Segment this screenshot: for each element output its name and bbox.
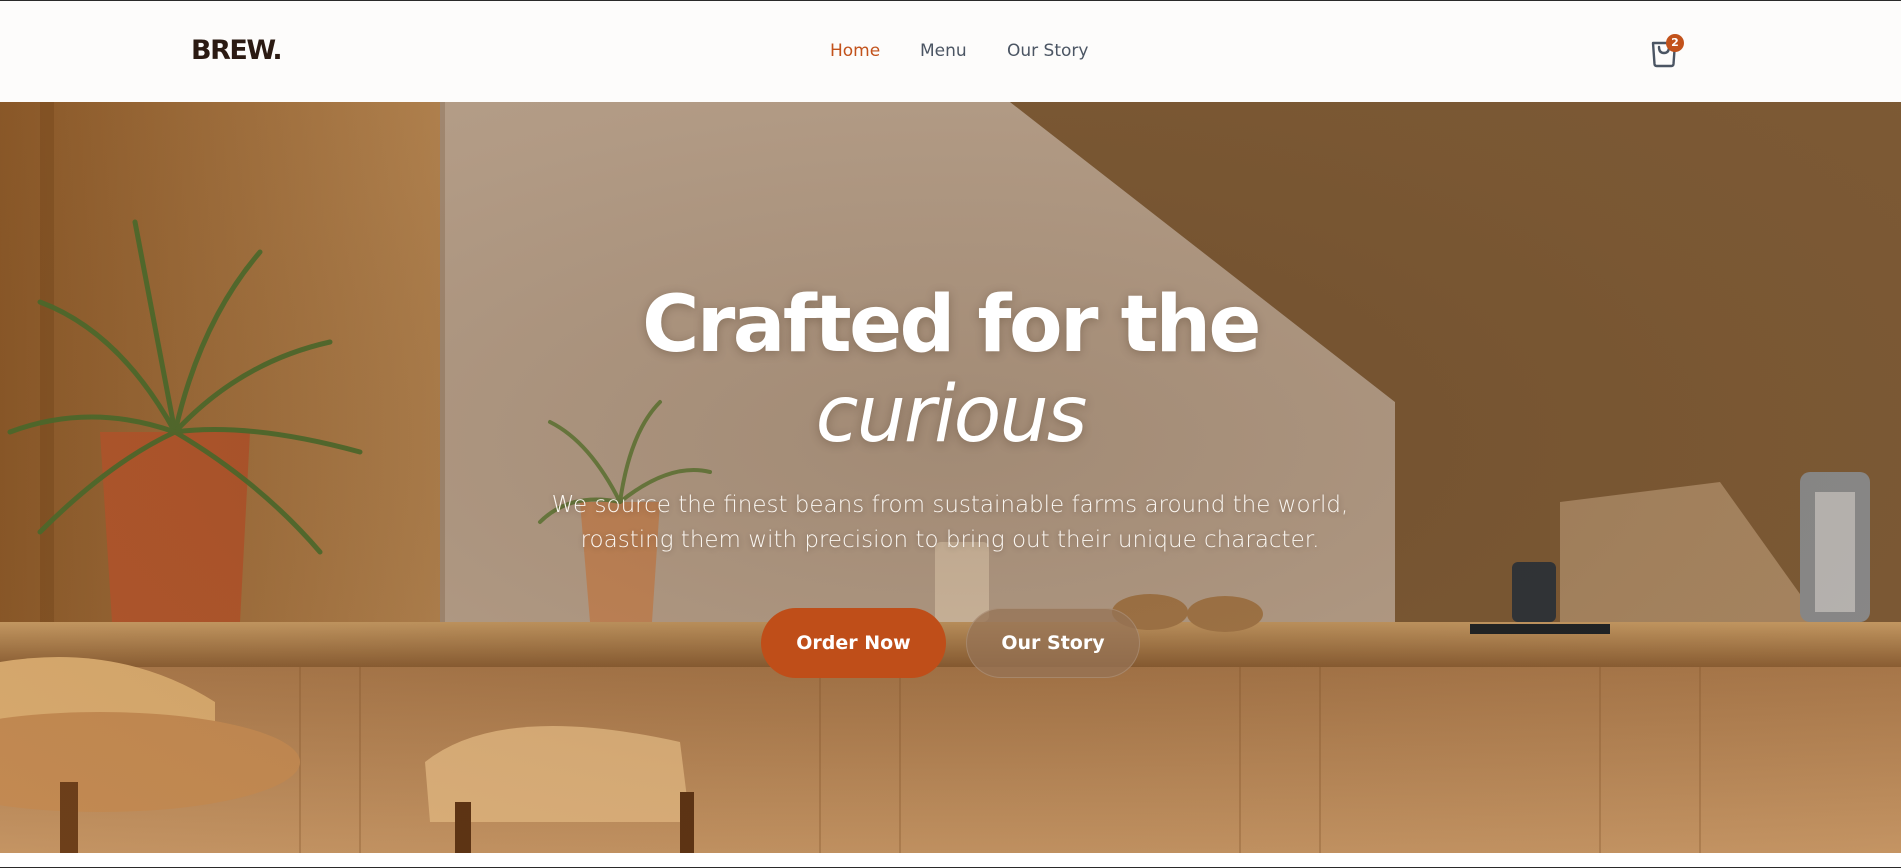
site-header: BREW. Home Menu Our Story 2 (0, 1, 1901, 102)
cart-button[interactable]: 2 (1649, 34, 1684, 68)
nav-link-home[interactable]: Home (830, 41, 880, 61)
main-nav: Home Menu Our Story (0, 41, 1901, 65)
hero-headline: Crafted for the (642, 280, 1261, 370)
order-now-button[interactable]: Order Now (761, 608, 946, 678)
hero-content: Crafted for the curious We source the fi… (0, 102, 1901, 853)
cart-count-badge: 2 (1666, 34, 1684, 52)
nav-link-menu[interactable]: Menu (920, 41, 967, 61)
nav-link-our-story[interactable]: Our Story (1007, 41, 1088, 61)
hero-section: Crafted for the curious We source the fi… (0, 102, 1901, 853)
page-frame: BREW. Home Menu Our Story 2 Crafted for … (0, 0, 1901, 868)
hero-subtext: We source the finest beans from sustaina… (551, 492, 1349, 553)
hero-headline-accent: curious (815, 370, 1088, 460)
our-story-button[interactable]: Our Story (966, 608, 1140, 678)
